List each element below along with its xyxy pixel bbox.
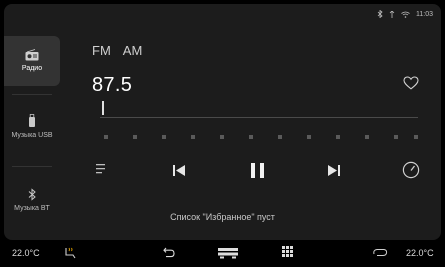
- pause-button[interactable]: [251, 163, 264, 178]
- skip-next-icon: [328, 165, 340, 176]
- status-bar: 11:03: [377, 10, 433, 18]
- climate-button[interactable]: [217, 246, 239, 259]
- tab-am[interactable]: AM: [123, 43, 143, 58]
- bluetooth-icon: [28, 188, 36, 201]
- usb-icon: [29, 114, 35, 127]
- temperature-left[interactable]: 22.0°C: [12, 248, 40, 258]
- apps-grid-icon: [282, 246, 293, 257]
- tuner-scale-line: [100, 117, 418, 118]
- sidebar-item-usb[interactable]: Музыка USB: [4, 114, 60, 140]
- favorites-empty-message: Список "Избранное" пуст: [170, 212, 275, 222]
- radio-icon: [25, 49, 39, 61]
- seat-heat-icon: [65, 247, 76, 259]
- tab-fm[interactable]: FM: [92, 43, 111, 58]
- sidebar-item-label: Музыка USB: [11, 132, 53, 139]
- bluetooth-status-icon: [377, 10, 383, 18]
- sidebar-divider: [12, 94, 52, 95]
- radio-screen: 11:03 Радио Музыка USB Музыка BT FM AM 8…: [0, 0, 445, 267]
- gauge-icon: [402, 161, 420, 179]
- back-icon: [163, 247, 175, 258]
- sidebar-item-radio[interactable]: Радио: [4, 36, 60, 86]
- tuner-ticks: [104, 135, 418, 140]
- list-icon: [96, 164, 105, 174]
- recirculation-icon: [373, 249, 388, 256]
- scan-button[interactable]: [402, 161, 420, 179]
- signal-icon: [389, 10, 395, 18]
- favorite-heart-icon[interactable]: [403, 76, 419, 90]
- bottom-bar: 22.0°C 22.0°C: [0, 240, 445, 267]
- frequency-display: 87.5: [92, 74, 133, 96]
- back-button[interactable]: [163, 247, 175, 258]
- tuner-needle[interactable]: [102, 101, 104, 115]
- next-button[interactable]: [328, 165, 340, 176]
- pause-icon: [251, 163, 264, 178]
- sidebar-item-bluetooth[interactable]: Музыка BT: [4, 188, 60, 213]
- list-button[interactable]: [96, 164, 108, 174]
- sidebar-item-label: Радио: [21, 65, 43, 72]
- skip-previous-icon: [173, 165, 185, 176]
- wifi-icon: [401, 11, 410, 18]
- seat-heat-button[interactable]: [63, 247, 77, 259]
- previous-button[interactable]: [173, 165, 185, 176]
- band-tabs: FM AM: [92, 43, 142, 58]
- car-front-icon: [218, 248, 238, 259]
- main-panel: 11:03 Радио Музыка USB Музыка BT FM AM 8…: [4, 4, 441, 240]
- temperature-right[interactable]: 22.0°C: [406, 248, 434, 258]
- apps-button[interactable]: [282, 246, 293, 257]
- source-sidebar: Радио Музыка USB Музыка BT: [4, 28, 60, 240]
- playback-controls: [4, 159, 441, 183]
- recirculation-button[interactable]: [372, 248, 388, 257]
- status-time: 11:03: [416, 10, 433, 18]
